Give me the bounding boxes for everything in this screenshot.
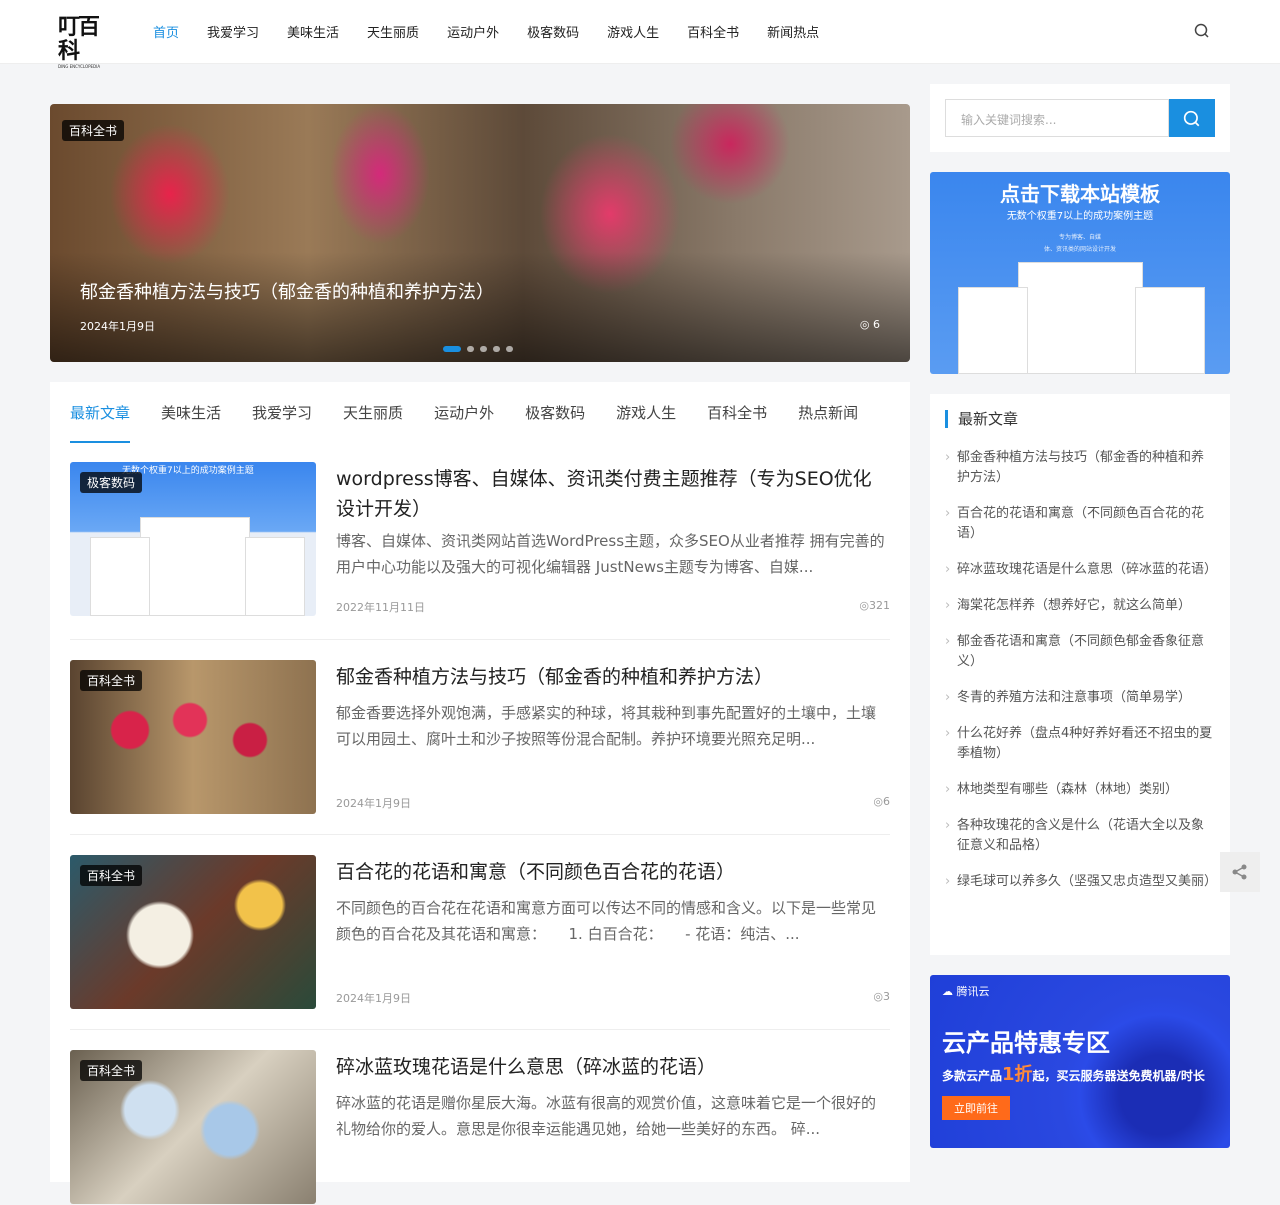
slider-dot[interactable] (493, 346, 500, 352)
article-item: 百科全书 郁金香种植方法与技巧（郁金香的种植和养护方法） 郁金香要选择外观饱满，… (70, 660, 890, 815)
article-item: 百科全书 百合花的花语和寓意（不同颜色百合花的花语） 不同颜色的百合花在花语和寓… (70, 855, 890, 1010)
tab[interactable]: 极客数码 (525, 402, 585, 443)
category-badge[interactable]: 百科全书 (80, 865, 143, 886)
article-excerpt: 博客、自媒体、资讯类网站首选WordPress主题，众多SEO从业者推荐 拥有完… (336, 532, 885, 576)
nav-item[interactable]: 我爱学习 (207, 22, 259, 41)
template-download-banner[interactable]: 点击下载本站模板 无数个权重7以上的成功案例主题 专为博客、自媒 体、资讯类的网站… (930, 172, 1230, 374)
nav-home[interactable]: 首页 (153, 22, 179, 41)
widget-title: 最新文章 (945, 410, 1018, 428)
article-views: ◎3 (873, 990, 890, 1003)
category-badge[interactable]: 百科全书 (62, 120, 125, 141)
nav-item[interactable]: 极客数码 (527, 22, 579, 41)
slider-dot[interactable] (480, 346, 487, 352)
latest-article-link[interactable]: 冬青的养殖方法和注意事项（简单易学） (945, 688, 1215, 708)
slide-views: ◎ 6 (859, 318, 880, 331)
search-widget: 输入关键词搜索... (930, 84, 1230, 152)
slider-dots (443, 346, 513, 352)
tencent-cloud-ad[interactable]: ☁ 腾讯云 云产品特惠专区 多款云产品1折起，买云服务器送免费机器/时长 立即前… (930, 975, 1230, 1148)
slider-dot[interactable] (506, 346, 513, 352)
latest-articles-widget: 最新文章 郁金香种植方法与技巧（郁金香的种植和养护方法） 百合花的花语和寓意（不… (930, 394, 1230, 955)
eye-icon: ◎ (873, 990, 883, 1003)
article-item: 无数个权重7以上的成功案例主题 极客数码 wordpress博客、自媒体、资讯类… (70, 462, 890, 617)
header: 叮百科 DING ENCYCLOPEDIA 首页 我爱学习 美味生活 天生丽质 … (0, 0, 1280, 69)
article-excerpt: 郁金香要选择外观饱满，手感紧实的种球，将其栽种到事先配置好的土壤中，土壤可以用园… (336, 704, 877, 748)
article-title[interactable]: 碎冰蓝玫瑰花语是什么意思（碎冰蓝的花语） (336, 1052, 886, 1082)
latest-article-link[interactable]: 郁金香花语和寓意（不同颜色郁金香象征意义） (945, 632, 1215, 672)
article-views: ◎6 (873, 795, 890, 808)
category-badge[interactable]: 百科全书 (80, 1060, 143, 1081)
nav-item[interactable]: 游戏人生 (607, 22, 659, 41)
article-list-card: 最新文章 美味生活 我爱学习 天生丽质 运动户外 极客数码 游戏人生 百科全书 … (50, 382, 910, 1204)
featured-slider[interactable]: 百科全书 郁金香种植方法与技巧（郁金香的种植和养护方法） 2024年1月9日 ◎… (50, 104, 910, 362)
tab[interactable]: 游戏人生 (616, 402, 676, 443)
eye-icon: ◎ (873, 795, 883, 808)
article-excerpt: 碎冰蓝的花语是赠你星辰大海。冰蓝有很高的观赏价值，这意味着它是一个很好的礼物给你… (336, 1094, 877, 1138)
tab[interactable]: 我爱学习 (252, 402, 312, 443)
tab[interactable]: 美味生活 (161, 402, 221, 443)
search-icon[interactable] (1194, 23, 1210, 39)
eye-icon: ◎ (859, 318, 870, 331)
divider (70, 834, 890, 835)
ad-cta-button[interactable]: 立即前往 (942, 1096, 1010, 1120)
search-icon (1183, 110, 1200, 127)
tab[interactable]: 运动户外 (434, 402, 494, 443)
nav-item[interactable]: 天生丽质 (367, 22, 419, 41)
tab[interactable]: 天生丽质 (343, 402, 403, 443)
latest-article-link[interactable]: 什么花好养（盘点4种好养好看还不招虫的夏季植物） (945, 724, 1215, 764)
divider (70, 1029, 890, 1030)
latest-article-link[interactable]: 绿毛球可以养多久（坚强又忠贞造型又美丽） (945, 872, 1217, 892)
share-button[interactable] (1220, 852, 1260, 892)
slider-dot[interactable] (467, 346, 474, 352)
eye-icon: ◎ (859, 599, 869, 612)
main-nav: 首页 我爱学习 美味生活 天生丽质 运动户外 极客数码 游戏人生 百科全书 新闻… (153, 22, 819, 41)
share-icon (1232, 864, 1247, 880)
nav-item[interactable]: 新闻热点 (767, 22, 819, 41)
nav-item[interactable]: 百科全书 (687, 22, 739, 41)
category-badge[interactable]: 百科全书 (80, 670, 143, 691)
tencent-cloud-logo: ☁ 腾讯云 (942, 985, 990, 998)
article-title[interactable]: 郁金香种植方法与技巧（郁金香的种植和养护方法） (336, 662, 886, 692)
tab[interactable]: 热点新闻 (798, 402, 858, 443)
article-excerpt: 不同颜色的百合花在花语和寓意方面可以传达不同的情感和含义。以下是一些常见颜色的百… (336, 899, 877, 943)
latest-article-link[interactable]: 海棠花怎样养（想养好它，就这么简单） (945, 596, 1215, 616)
cloud-icon: ☁ (942, 985, 953, 998)
latest-article-link[interactable]: 郁金香种植方法与技巧（郁金香的种植和养护方法） (945, 448, 1215, 488)
search-input[interactable]: 输入关键词搜索... (945, 99, 1169, 137)
slider-dot[interactable] (443, 346, 461, 352)
latest-article-link[interactable]: 各种玫瑰花的含义是什么（花语大全以及象征意义和品格） (945, 816, 1215, 856)
nav-item[interactable]: 运动户外 (447, 22, 499, 41)
category-badge[interactable]: 极客数码 (80, 472, 143, 493)
article-date: 2024年1月9日 (336, 797, 411, 810)
article-date: 2024年1月9日 (336, 992, 411, 1005)
article-title[interactable]: wordpress博客、自媒体、资讯类付费主题推荐（专为SEO优化设计开发） (336, 464, 886, 524)
article-views: ◎321 (859, 599, 890, 612)
slide-date: 2024年1月9日 (80, 320, 155, 333)
article-title[interactable]: 百合花的花语和寓意（不同颜色百合花的花语） (336, 857, 886, 887)
slide-title[interactable]: 郁金香种植方法与技巧（郁金香的种植和养护方法） (80, 278, 494, 304)
tab-latest[interactable]: 最新文章 (70, 402, 131, 443)
divider (70, 639, 890, 640)
article-item: 百科全书 碎冰蓝玫瑰花语是什么意思（碎冰蓝的花语） 碎冰蓝的花语是赠你星辰大海。… (70, 1050, 890, 1205)
latest-article-link[interactable]: 碎冰蓝玫瑰花语是什么意思（碎冰蓝的花语） (945, 560, 1217, 580)
category-tabs: 最新文章 美味生活 我爱学习 天生丽质 运动户外 极客数码 游戏人生 百科全书 … (70, 402, 858, 443)
search-button[interactable] (1169, 99, 1215, 137)
latest-article-link[interactable]: 林地类型有哪些（森林（林地）类别） (945, 780, 1215, 800)
latest-article-link[interactable]: 百合花的花语和寓意（不同颜色百合花的花语） (945, 504, 1215, 544)
tab[interactable]: 百科全书 (707, 402, 767, 443)
logo[interactable]: 叮百科 DING ENCYCLOPEDIA (58, 16, 108, 70)
article-date: 2022年11月11日 (336, 601, 425, 614)
nav-item[interactable]: 美味生活 (287, 22, 339, 41)
